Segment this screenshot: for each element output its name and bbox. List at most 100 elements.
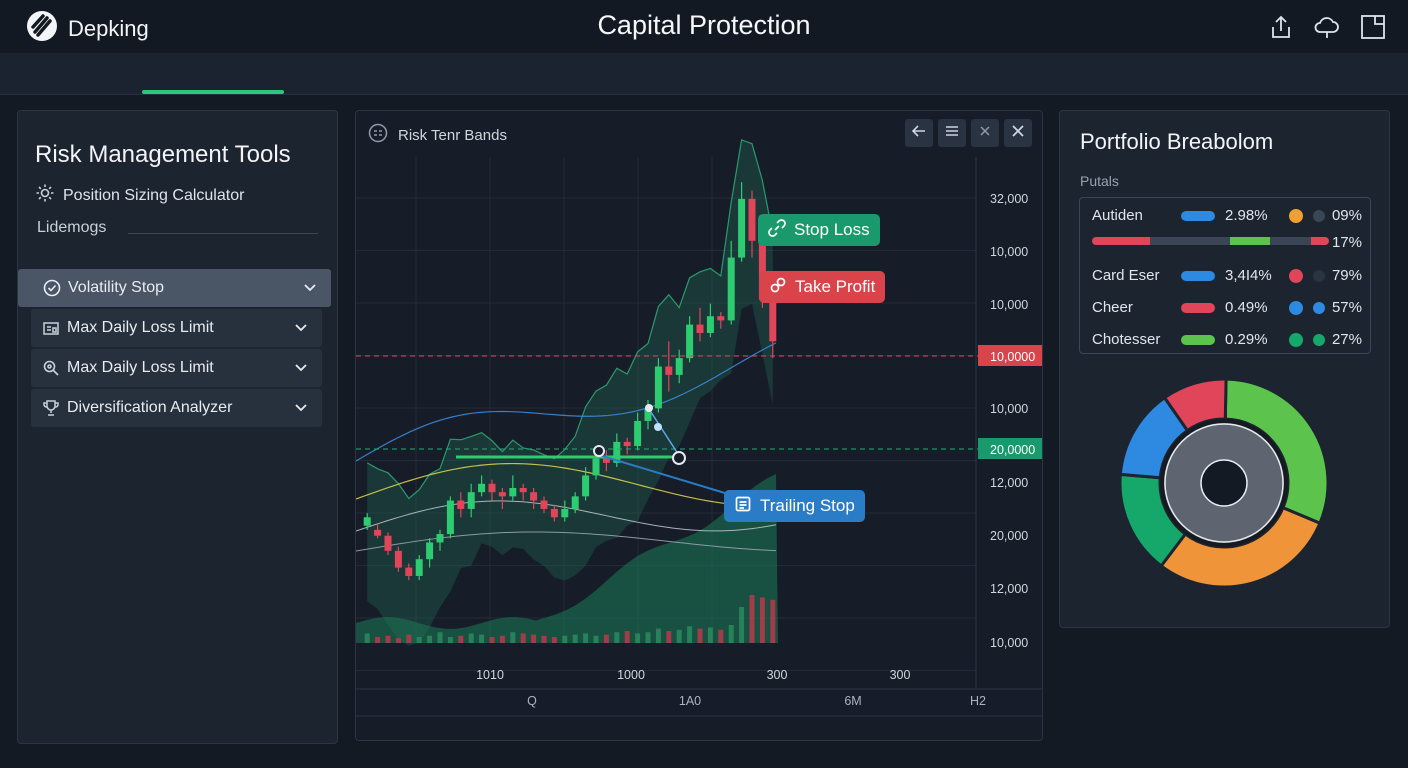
accordion-label: Max Daily Loss Limit (67, 359, 214, 376)
y-tick-label: 32,000 (990, 192, 1028, 206)
accordion-max-daily-loss[interactable]: Max Daily Loss Limit (31, 309, 322, 347)
stop-loss-callout[interactable]: Stop Loss (758, 214, 880, 246)
check-circle-icon (42, 278, 62, 298)
portfolio-donut-chart[interactable] (1118, 377, 1330, 589)
calculator-icon (41, 318, 61, 338)
volume-bar (739, 607, 745, 643)
active-tab-indicator[interactable] (142, 90, 284, 94)
accordion-diversification[interactable]: Diversification Analyzer (31, 389, 322, 427)
candle-body (675, 358, 683, 375)
close-button[interactable] (1004, 119, 1032, 147)
row-pill (1181, 335, 1215, 345)
volume-bar (520, 633, 526, 643)
table-row[interactable]: Chotesser 0.29% 27% (1080, 326, 1370, 354)
dismiss-button[interactable] (971, 119, 999, 147)
candle-body (519, 487, 527, 493)
allocation-row: 17% (1080, 229, 1370, 257)
upload-icon[interactable] (1266, 12, 1296, 42)
volume-bar (759, 597, 765, 643)
accordion-label: Volatility Stop (68, 279, 165, 296)
row-dot (1313, 270, 1325, 282)
x-period-label: 6M (844, 694, 861, 708)
chevron-down-icon[interactable] (303, 280, 317, 299)
volume-bar (499, 635, 505, 643)
candle-body (748, 198, 756, 241)
volume-bar (437, 632, 443, 643)
candle-body (509, 487, 517, 497)
row-name: Autiden (1092, 207, 1143, 224)
chevron-down-icon[interactable] (294, 360, 308, 379)
chain-icon (769, 276, 787, 299)
brand[interactable]: Depking (26, 10, 149, 47)
volume-bar (583, 633, 589, 643)
row-dot (1289, 269, 1303, 283)
take-profit-callout[interactable]: Take Profit (759, 271, 886, 303)
table-row[interactable]: Card Eser 3,4I4% 79% (1080, 262, 1370, 290)
position-sizing-label: Position Sizing Calculator (63, 186, 245, 204)
volume-bar (489, 637, 495, 643)
volume-bar (593, 635, 599, 643)
trailing-stop-callout[interactable]: Trailing Stop (724, 490, 865, 522)
candle-body (717, 316, 725, 321)
candle-body (592, 458, 600, 476)
candle-body (415, 559, 423, 576)
volume-bar (697, 628, 703, 643)
row-name: Card Eser (1092, 267, 1160, 284)
panel-icon[interactable] (1358, 12, 1388, 42)
table-row[interactable]: Cheer 0.49% 57% (1080, 294, 1370, 322)
volume-bar (541, 635, 547, 643)
accordion-max-daily-loss-2[interactable]: Max Daily Loss Limit (31, 349, 322, 387)
menu-button[interactable] (938, 119, 966, 147)
chevron-down-icon[interactable] (294, 400, 308, 419)
chevron-down-icon[interactable] (294, 320, 308, 339)
volume-bar (468, 633, 474, 643)
magnifier-icon (41, 358, 61, 378)
volume-bar (687, 626, 693, 643)
candle-body (498, 492, 506, 497)
portfolio-table: Autiden 2.98% 09% 17% Card Eser 3,4I4% 7… (1079, 197, 1371, 354)
volume-bar (676, 629, 682, 643)
volume-bar (572, 634, 578, 643)
back-arrow-button[interactable] (905, 119, 933, 147)
volume-bar (718, 629, 724, 643)
accordion-volatility-stop[interactable]: Volatility Stop (18, 269, 331, 307)
row-name: Chotesser (1092, 331, 1161, 348)
x-tick-label: 1010 (476, 668, 504, 682)
volume-bar (635, 633, 641, 643)
cloud-icon[interactable] (1312, 12, 1342, 42)
row-dot (1289, 209, 1303, 223)
row-value: 09% (1331, 207, 1362, 224)
x-tick-label: 1000 (617, 668, 645, 682)
position-sizing-link[interactable]: Position Sizing Calculator (35, 183, 244, 208)
chart-canvas[interactable]: 32,000 10,000 10,000 10,0000 10,000 20,0000 12… (356, 111, 1042, 740)
table-row[interactable]: Autiden 2.98% 09% (1080, 202, 1370, 230)
candle-body (602, 458, 610, 463)
volume-bar (458, 635, 464, 643)
row-percent: 0.49% (1225, 299, 1268, 316)
section-label: Lidemogs (37, 219, 107, 236)
volume-bar (416, 637, 422, 643)
row-dot (1313, 302, 1325, 314)
volume-bar (655, 628, 661, 643)
brand-logo-icon (26, 10, 58, 47)
document-icon (734, 495, 752, 518)
candle-body (394, 550, 402, 568)
candle-body (405, 567, 413, 576)
volume-bar (427, 635, 433, 643)
row-dot (1313, 334, 1325, 346)
volume-bar (749, 595, 755, 643)
candle-body (550, 508, 558, 518)
y-tick-label: 12,000 (990, 476, 1028, 490)
close-small-icon (977, 123, 993, 144)
candle-body (363, 517, 371, 526)
gear-icon (35, 183, 55, 208)
close-icon (1010, 123, 1026, 144)
candle-body (436, 534, 444, 543)
candle-body (769, 299, 777, 342)
row-name: Cheer (1092, 299, 1133, 316)
brand-name: Depking (68, 15, 149, 41)
volume-bar (510, 632, 516, 643)
candle-body (738, 198, 746, 258)
volume-bar (447, 637, 453, 643)
volume-bar (645, 632, 651, 643)
